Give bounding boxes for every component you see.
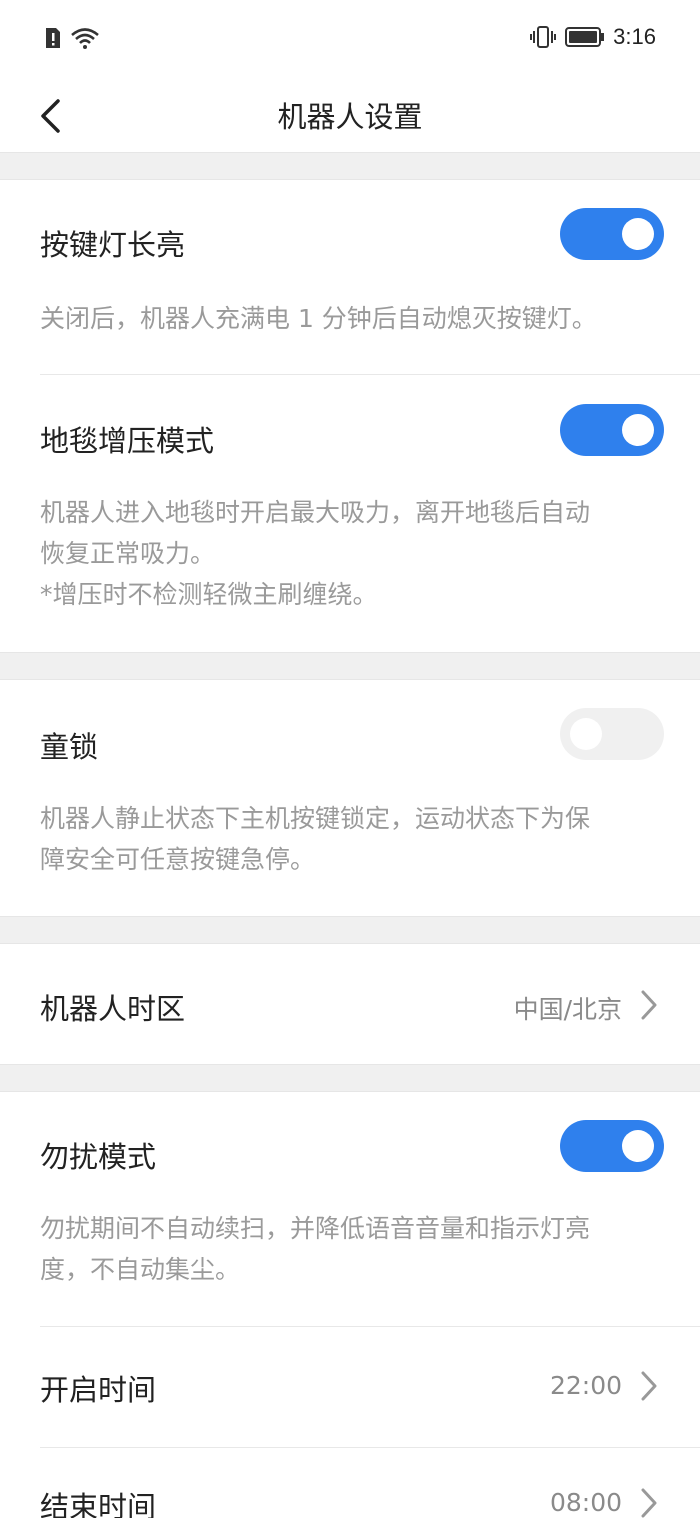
dnd-description-2: 度，不自动集尘。: [40, 1255, 241, 1284]
vibrate-icon: [530, 26, 557, 48]
child-lock-toggle[interactable]: [560, 708, 664, 760]
carpet-boost-description-2: 恢复正常吸力。: [40, 539, 216, 568]
carpet-boost-description-3: *增压时不检测轻微主刷缠绕。: [40, 580, 378, 609]
toggle-knob: [622, 1130, 654, 1162]
timezone-row[interactable]: 机器人时区 中国/北京: [0, 944, 700, 1064]
chevron-right-icon: [641, 990, 657, 1020]
key-light-description: 关闭后，机器人充满电 1 分钟后自动熄灭按键灯。: [40, 304, 597, 333]
header: 机器人设置: [0, 80, 700, 152]
chevron-right-icon: [641, 1371, 657, 1401]
start-time-label: 开启时间: [40, 1373, 157, 1407]
carpet-boost-toggle[interactable]: [560, 404, 664, 456]
dnd-label: 勿扰模式: [40, 1140, 157, 1174]
section-gap: [0, 652, 700, 680]
end-time-label: 结束时间: [40, 1490, 157, 1518]
child-lock-description-2: 障安全可任意按键急停。: [40, 845, 316, 874]
carpet-boost-label: 地毯增压模式: [40, 424, 215, 458]
section-gap: [0, 152, 700, 180]
carpet-boost-description-1: 机器人进入地毯时开启最大吸力，离开地毯后自动: [40, 498, 591, 527]
start-time-row[interactable]: 开启时间 22:00: [0, 1327, 700, 1447]
child-lock-label: 童锁: [40, 730, 99, 764]
child-lock-description-1: 机器人静止状态下主机按键锁定，运动状态下为保: [40, 804, 591, 833]
divider: [40, 374, 700, 375]
battery-icon: [565, 27, 605, 47]
settings-card-dnd: 勿扰模式 勿扰期间不自动续扫，并降低语音音量和指示灯亮 度，不自动集尘。 开启时…: [0, 1092, 700, 1518]
dnd-toggle[interactable]: [560, 1120, 664, 1172]
section-gap: [0, 1064, 700, 1092]
key-light-label: 按键灯长亮: [40, 228, 186, 262]
settings-card-child-lock: 童锁 机器人静止状态下主机按键锁定，运动状态下为保 障安全可任意按键急停。: [0, 680, 700, 916]
key-light-toggle[interactable]: [560, 208, 664, 260]
clock: 3:16: [613, 24, 656, 49]
sim-alert-icon: [46, 28, 60, 48]
toggle-knob: [622, 414, 654, 446]
end-time-value: 08:00: [549, 1488, 622, 1517]
page-title: 机器人设置: [277, 100, 423, 134]
chevron-right-icon: [641, 1488, 657, 1518]
end-time-row[interactable]: 结束时间 08:00: [0, 1448, 700, 1518]
toggle-knob: [622, 218, 654, 250]
settings-card-lights: 按键灯长亮 关闭后，机器人充满电 1 分钟后自动熄灭按键灯。 地毯增压模式 机器…: [0, 180, 700, 652]
timezone-label: 机器人时区: [40, 992, 186, 1026]
section-gap: [0, 916, 700, 944]
dnd-description-1: 勿扰期间不自动续扫，并降低语音音量和指示灯亮: [40, 1214, 591, 1243]
status-bar: 3:16: [0, 0, 700, 80]
wifi-icon: [71, 28, 99, 49]
toggle-knob: [570, 718, 602, 750]
timezone-value: 中国/北京: [513, 995, 622, 1024]
start-time-value: 22:00: [549, 1371, 622, 1400]
